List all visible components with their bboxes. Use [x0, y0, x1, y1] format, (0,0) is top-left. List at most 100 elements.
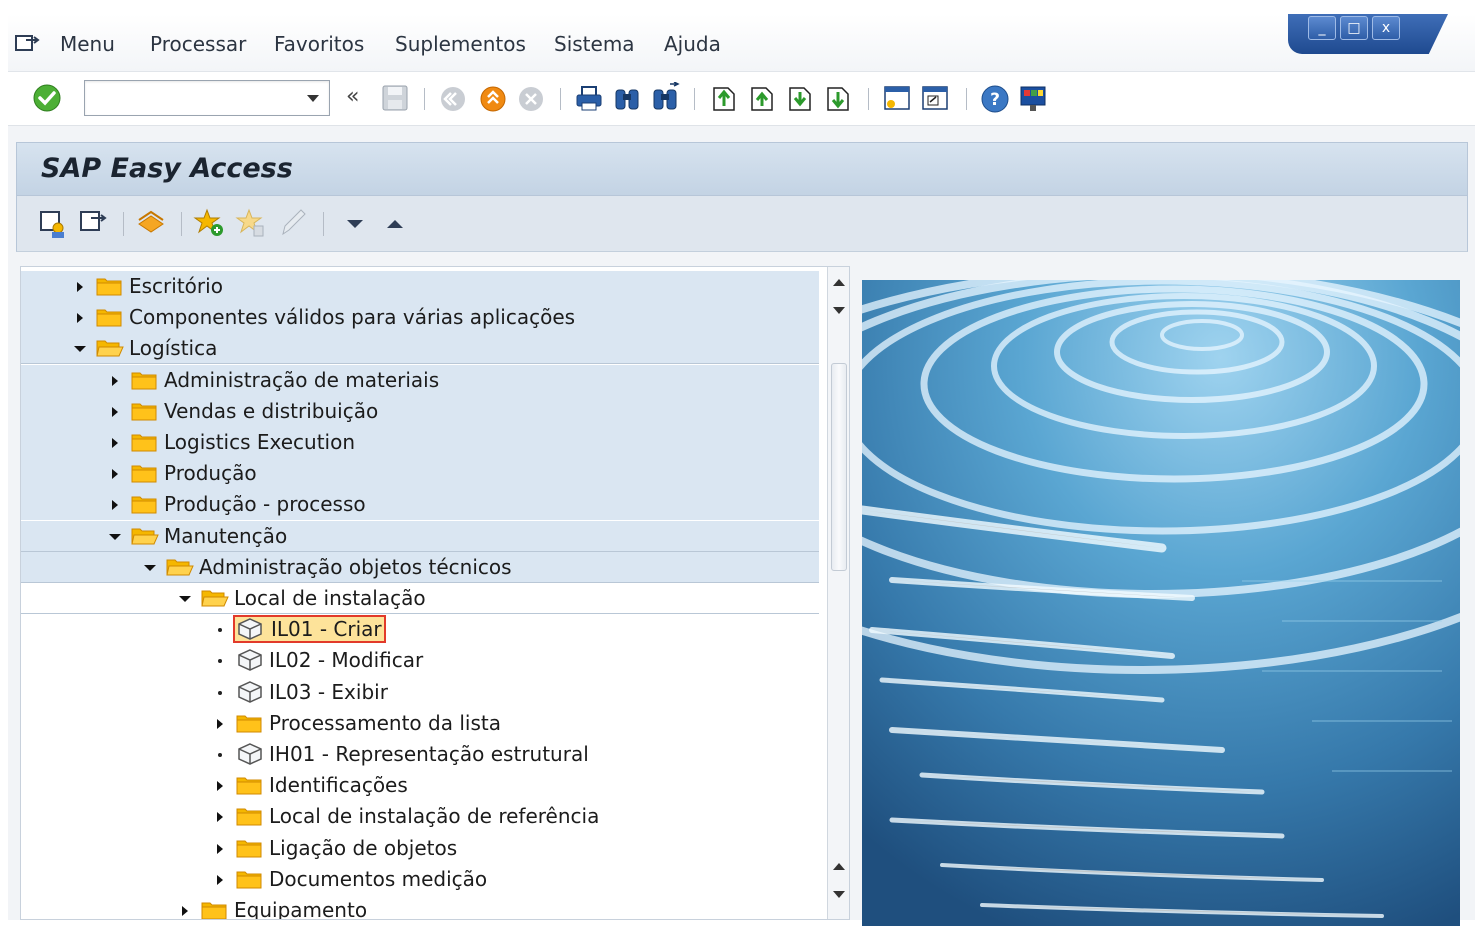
tree-transaction-row[interactable]: IL01 - Criar	[21, 614, 819, 645]
tree-folder-row[interactable]: Ligação de objetos	[21, 833, 819, 864]
chevron-right-icon[interactable]	[217, 843, 223, 854]
tree-item-label[interactable]: Produção	[164, 461, 257, 485]
help-icon[interactable]: ?	[980, 82, 1010, 114]
chevron-down-icon[interactable]	[109, 533, 121, 540]
delete-favorite-icon[interactable]	[235, 206, 267, 240]
print-icon[interactable]	[574, 82, 604, 114]
scroll-down-icon[interactable]	[833, 891, 845, 898]
tree-item-label[interactable]: Administração de materiais	[164, 368, 439, 392]
next-page-icon[interactable]	[784, 82, 814, 114]
menu-item-ajuda[interactable]: Ajuda	[664, 32, 721, 56]
scroll-up-icon[interactable]	[833, 863, 845, 870]
chevron-right-icon[interactable]	[112, 375, 118, 386]
tree-item-label[interactable]: Identificações	[269, 773, 408, 797]
back-icon[interactable]	[438, 82, 468, 114]
tree-item-label[interactable]: Local de instalação de referência	[269, 804, 599, 828]
change-favorite-icon[interactable]	[277, 206, 309, 240]
chevron-right-icon[interactable]	[217, 781, 223, 792]
minimize-button[interactable]: _	[1308, 16, 1336, 40]
chevron-right-icon[interactable]	[217, 874, 223, 885]
tree-item-label[interactable]: Logística	[129, 336, 217, 360]
chevron-down-icon[interactable]	[179, 596, 191, 602]
tree-transaction-row[interactable]: IL02 - Modificar	[21, 645, 819, 676]
tree-folder-row[interactable]: Produção	[21, 458, 819, 490]
sap-menu-icon[interactable]	[77, 206, 109, 240]
tree-folder-row[interactable]: Escritório	[21, 271, 819, 302]
enter-icon[interactable]	[32, 82, 62, 114]
chevron-right-icon[interactable]	[112, 438, 118, 448]
tree-item-label[interactable]: Escritório	[129, 274, 223, 298]
scroll-thumb[interactable]	[831, 363, 847, 571]
chevron-right-icon[interactable]	[112, 500, 118, 511]
last-page-icon[interactable]	[822, 82, 852, 114]
other-menu-icon[interactable]	[135, 206, 167, 240]
tree-transaction-row[interactable]: IH01 - Representação estrutural	[21, 739, 819, 770]
chevron-down-icon[interactable]	[74, 346, 86, 353]
menu-item-menu[interactable]: Menu	[60, 32, 115, 56]
collapse-icon[interactable]	[379, 206, 411, 240]
tree-item-label[interactable]: Produção - processo	[164, 492, 366, 516]
tree-folder-row[interactable]: Processamento da lista	[21, 708, 819, 739]
chevron-right-icon[interactable]	[77, 313, 83, 324]
scroll-down-icon[interactable]	[833, 307, 845, 314]
tree-item-label[interactable]: Administração objetos técnicos	[199, 555, 512, 579]
tree-folder-row[interactable]: Logistics Execution	[21, 427, 819, 458]
tree-item-label[interactable]: IL02 - Modificar	[269, 648, 423, 672]
tree-item-label[interactable]: Logistics Execution	[164, 430, 355, 454]
tree-folder-row[interactable]: Local de instalação de referência	[21, 801, 819, 832]
command-history-button[interactable]: «	[346, 84, 359, 109]
first-page-icon[interactable]	[708, 82, 738, 114]
tree-folder-row[interactable]: Administração objetos técnicos	[21, 551, 819, 583]
save-icon[interactable]	[380, 82, 410, 114]
shortcut-icon[interactable]	[920, 82, 950, 114]
tree-item-label[interactable]: Equipamento	[234, 898, 367, 919]
expand-icon[interactable]	[339, 206, 371, 240]
tree-folder-row[interactable]: Produção - processo	[21, 489, 819, 521]
tree-item-label[interactable]: Ligação de objetos	[269, 836, 457, 860]
maximize-button[interactable]: □	[1340, 16, 1368, 40]
tree-item-label[interactable]: Manutenção	[164, 524, 287, 548]
chevron-right-icon[interactable]	[182, 906, 188, 916]
find-icon[interactable]	[612, 82, 642, 114]
user-menu-icon[interactable]	[37, 206, 69, 240]
tree-item-label[interactable]: Vendas e distribuição	[164, 399, 378, 423]
command-field[interactable]	[84, 80, 330, 116]
tree-folder-row[interactable]: Logística	[21, 333, 819, 365]
menu-item-sistema[interactable]: Sistema	[554, 32, 635, 56]
tree-folder-row[interactable]: Manutenção	[21, 520, 819, 552]
exit-icon[interactable]	[478, 82, 508, 114]
menu-toggle-icon[interactable]	[14, 34, 40, 54]
tree-item-label[interactable]: IH01 - Representação estrutural	[269, 742, 589, 766]
tree-transaction-row[interactable]: IL03 - Exibir	[21, 677, 819, 708]
new-session-icon[interactable]	[882, 82, 912, 114]
chevron-right-icon[interactable]	[112, 406, 118, 417]
tree-item-label[interactable]: Documentos medição	[269, 867, 487, 891]
cancel-icon[interactable]	[516, 82, 546, 114]
tree-folder-row[interactable]: Vendas e distribuição	[21, 395, 819, 427]
chevron-right-icon[interactable]	[217, 718, 223, 729]
chevron-right-icon[interactable]	[77, 282, 83, 292]
menu-item-processar[interactable]: Processar	[150, 32, 246, 56]
tree-item-label[interactable]: IL03 - Exibir	[269, 680, 388, 704]
chevron-down-icon[interactable]	[144, 564, 156, 571]
tree-item-label[interactable]: Componentes válidos para várias aplicaçõ…	[129, 305, 575, 329]
customize-layout-icon[interactable]	[1018, 82, 1048, 114]
close-button[interactable]: x	[1372, 16, 1400, 40]
chevron-down-icon[interactable]	[307, 95, 319, 102]
add-favorite-icon[interactable]	[193, 206, 225, 240]
tree-item-label[interactable]: Processamento da lista	[269, 711, 501, 735]
chevron-right-icon[interactable]	[112, 469, 118, 480]
command-input[interactable]	[89, 85, 289, 111]
chevron-right-icon[interactable]	[217, 812, 223, 823]
tree-folder-row[interactable]: Administração de materiais	[21, 364, 819, 396]
tree-folder-row[interactable]: Identificações	[21, 770, 819, 801]
tree-folder-row[interactable]: Equipamento	[21, 895, 819, 919]
tree-item-label[interactable]: Local de instalação	[234, 586, 426, 610]
tree-folder-row[interactable]: Componentes válidos para várias aplicaçõ…	[21, 302, 819, 334]
tree-folder-row[interactable]: Local de instalação	[21, 583, 819, 614]
scroll-up-icon[interactable]	[833, 279, 845, 286]
menu-item-suplementos[interactable]: Suplementos	[395, 32, 526, 56]
tree-folder-row[interactable]: Documentos medição	[21, 864, 819, 895]
find-next-icon[interactable]	[650, 82, 680, 114]
tree-scrollbar[interactable]	[827, 267, 849, 919]
